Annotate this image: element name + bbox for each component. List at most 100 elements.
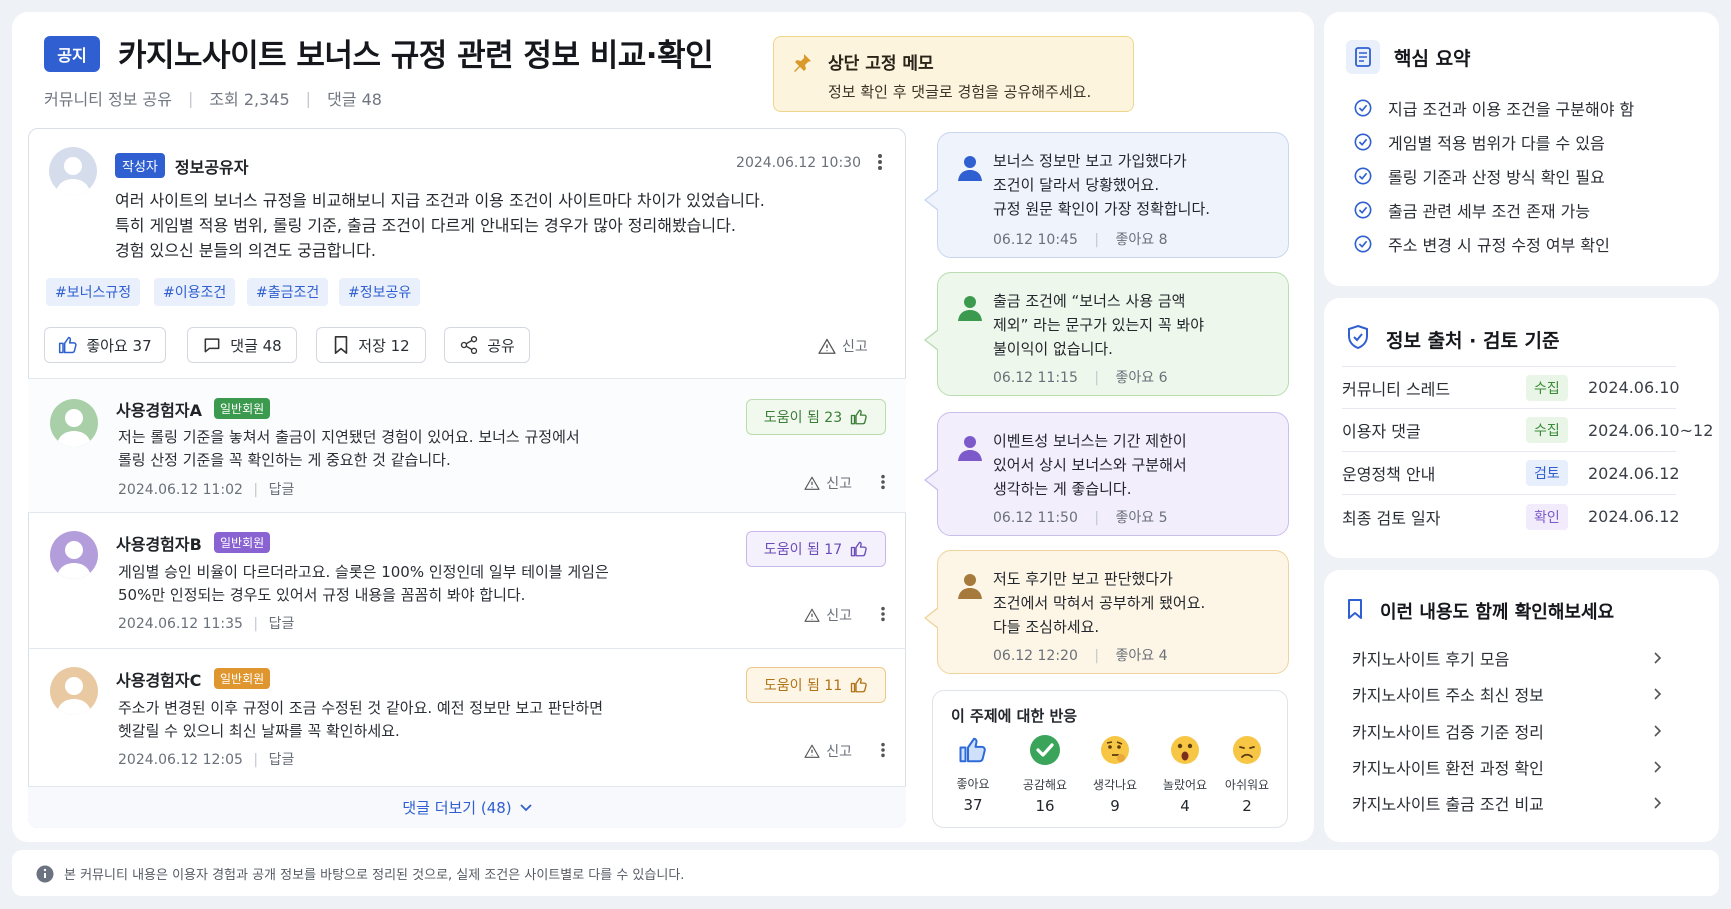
post-time: 2024.06.12 10:30 — [736, 155, 861, 171]
author-name[interactable]: 정보공유자 — [175, 154, 249, 178]
related-label: 카지노사이트 출금 조건 비교 — [1352, 795, 1544, 814]
reaction-thinking[interactable]: 생각나요 9 — [1085, 733, 1145, 815]
chat-line: 있어서 상시 보너스와 구분해서 — [993, 456, 1187, 474]
share-button[interactable]: 공유 — [444, 327, 530, 363]
save-label: 저장 12 — [358, 336, 410, 355]
reaction-sad[interactable]: 아쉬워요 2 — [1217, 733, 1277, 815]
footer-note: 본 커뮤니티 내용은 이용자 경험과 공개 정보를 바탕으로 정리된 것으로, … — [36, 864, 684, 883]
source-name: 최종 검토 일자 — [1342, 508, 1441, 528]
summary-panel: 핵심 요약 지급 조건과 이용 조건을 구분해야 함 게임별 적용 범위가 다를… — [1324, 12, 1719, 286]
related-label: 카지노사이트 환전 과정 확인 — [1352, 759, 1544, 778]
meta-divider: | — [1094, 648, 1100, 664]
source-status: 확인 — [1526, 503, 1568, 530]
save-button[interactable]: 저장 12 — [316, 327, 426, 363]
comment-item: 사용경험자A 일반회원 저는 롤링 기준을 놓쳐서 출금이 지연됐던 경험이 있… — [28, 378, 906, 512]
source-name: 운영정책 안내 — [1342, 465, 1436, 484]
chat-likes[interactable]: 좋아요 4 — [1116, 648, 1168, 664]
chat-text: 저도 후기만 보고 판단했다가 조건에서 막혀서 공부하게 됐어요. 다들 조심… — [993, 567, 1205, 639]
related-link[interactable]: 카지노사이트 주소 최신 정보 — [1352, 682, 1662, 706]
shield-check-icon — [1346, 324, 1370, 350]
commenter-name[interactable]: 사용경험자B — [116, 531, 202, 555]
info-icon — [36, 865, 54, 883]
comment-body-line: 헷갈릴 수 있으니 최신 날짜를 꼭 확인하세요. — [118, 722, 400, 740]
more-options-icon[interactable] — [877, 153, 883, 171]
related-link[interactable]: 카지노사이트 후기 모음 — [1352, 646, 1662, 670]
reaction-count: 4 — [1180, 797, 1190, 815]
chat-likes[interactable]: 좋아요 8 — [1116, 232, 1168, 248]
more-options-icon[interactable] — [880, 742, 886, 758]
reply-link[interactable]: 답글 — [269, 616, 295, 632]
related-link[interactable]: 카지노사이트 환전 과정 확인 — [1352, 755, 1662, 779]
chat-line: 다들 조심하세요. — [993, 618, 1100, 636]
reaction-like[interactable]: 좋아요 37 — [943, 733, 1003, 814]
chevron-down-icon — [520, 803, 532, 812]
report-button[interactable]: 신고 — [818, 336, 868, 356]
reaction-count: 9 — [1110, 797, 1120, 815]
tag[interactable]: #이용조건 — [154, 278, 236, 306]
commenter-name[interactable]: 사용경험자C — [116, 667, 201, 691]
chat-line: 보너스 정보만 보고 가입했다가 — [993, 152, 1187, 170]
more-comments-button[interactable]: 댓글 더보기 (48) — [28, 786, 906, 828]
tag[interactable]: #정보공유 — [339, 278, 421, 306]
like-button[interactable]: 좋아요 37 — [44, 327, 166, 363]
comment-body: 주소가 변경된 이후 규정이 조금 수정된 것 같아요. 예전 정보만 보고 판… — [118, 697, 603, 743]
chat-meta: 06.12 11:15 | 좋아요 6 — [993, 367, 1168, 387]
reaction-agree[interactable]: 공감해요 16 — [1015, 733, 1075, 815]
chat-time: 06.12 11:50 — [993, 510, 1078, 526]
tag[interactable]: #출금조건 — [247, 278, 329, 306]
commenter-name[interactable]: 사용경험자A — [116, 397, 202, 421]
member-badge: 일반회원 — [214, 668, 271, 689]
thumbs-up-icon — [850, 408, 868, 426]
helpful-button[interactable]: 도움이 됨 17 — [746, 531, 886, 567]
meta-divider: | — [1094, 510, 1100, 526]
related-link[interactable]: 카지노사이트 검증 기준 정리 — [1352, 719, 1662, 743]
warning-icon — [804, 744, 820, 758]
comment-item: 사용경험자C 일반회원 주소가 변경된 이후 규정이 조금 수정된 것 같아요.… — [28, 648, 906, 786]
meta-divider: | — [1094, 370, 1100, 386]
chat-line: 조건에서 막혀서 공부하게 됐어요. — [993, 594, 1206, 612]
document-icon — [1346, 40, 1380, 74]
reaction-surprised[interactable]: 놀랐어요 4 — [1155, 733, 1215, 815]
warning-icon — [804, 608, 820, 622]
tag[interactable]: #보너스규정 — [46, 278, 141, 306]
source-row: 커뮤니티 스레드 수집 2024.06.10 — [1342, 366, 1680, 409]
reply-link[interactable]: 답글 — [269, 482, 295, 498]
helpful-button[interactable]: 도움이 됨 11 — [746, 667, 886, 703]
summary-item: 롤링 기준과 산정 방식 확인 필요 — [1354, 164, 1605, 188]
source-row: 운영정책 안내 검토 2024.06.12 — [1342, 452, 1680, 495]
report-button[interactable]: 신고 — [804, 741, 852, 761]
comment-button[interactable]: 댓글 48 — [187, 327, 297, 363]
sad-face-icon — [1230, 733, 1264, 767]
user-icon — [956, 293, 984, 321]
source-row: 이용자 댓글 수집 2024.06.10~12 — [1342, 409, 1713, 452]
warning-icon — [818, 338, 836, 354]
source-status: 검토 — [1526, 460, 1568, 486]
post-meta: 커뮤니티 정보 공유 | 조회 2,345 | 댓글 48 — [44, 86, 382, 110]
surprised-face-icon — [1168, 733, 1202, 767]
chat-text: 출금 조건에 “보너스 사용 금액 제외” 라는 문구가 있는지 꼭 봐야 불이… — [993, 289, 1204, 361]
more-options-icon[interactable] — [880, 474, 886, 490]
warning-icon — [804, 476, 820, 490]
more-options-icon[interactable] — [880, 606, 886, 622]
helpful-label: 도움이 됨 11 — [763, 678, 843, 694]
chat-likes[interactable]: 좋아요 6 — [1116, 370, 1168, 386]
source-status: 수집 — [1526, 417, 1568, 443]
related-link[interactable]: 카지노사이트 출금 조건 비교 — [1352, 791, 1662, 815]
category-label[interactable]: 커뮤니티 정보 공유 — [44, 86, 172, 110]
chat-meta: 06.12 11:50 | 좋아요 5 — [993, 507, 1168, 527]
author-badge: 작성자 — [115, 153, 165, 178]
comment-time: 2024.06.12 12:05 — [118, 752, 243, 768]
related-panel: 이런 내용도 함께 확인해보세요 카지노사이트 후기 모음 카지노사이트 주소 … — [1324, 570, 1719, 842]
chat-bubble: 보너스 정보만 보고 가입했다가 조건이 달라서 당황했어요. 규정 원문 확인… — [924, 132, 1289, 258]
helpful-button[interactable]: 도움이 됨 23 — [746, 399, 886, 435]
pin-icon — [790, 51, 814, 75]
chat-line: 출금 조건에 “보너스 사용 금액 — [993, 292, 1186, 310]
report-button[interactable]: 신고 — [804, 605, 852, 625]
summary-text: 주소 변경 시 규정 수정 여부 확인 — [1388, 236, 1610, 255]
reply-link[interactable]: 답글 — [269, 752, 295, 768]
report-label: 신고 — [826, 744, 852, 760]
comment-item: 사용경험자B 일반회원 게임별 승인 비율이 다르더라고요. 슬롯은 100% … — [28, 512, 906, 648]
chat-likes[interactable]: 좋아요 5 — [1116, 510, 1168, 526]
pinned-memo: 상단 고정 메모 정보 확인 후 댓글로 경험을 공유해주세요. — [773, 36, 1134, 112]
report-button[interactable]: 신고 — [804, 473, 852, 493]
